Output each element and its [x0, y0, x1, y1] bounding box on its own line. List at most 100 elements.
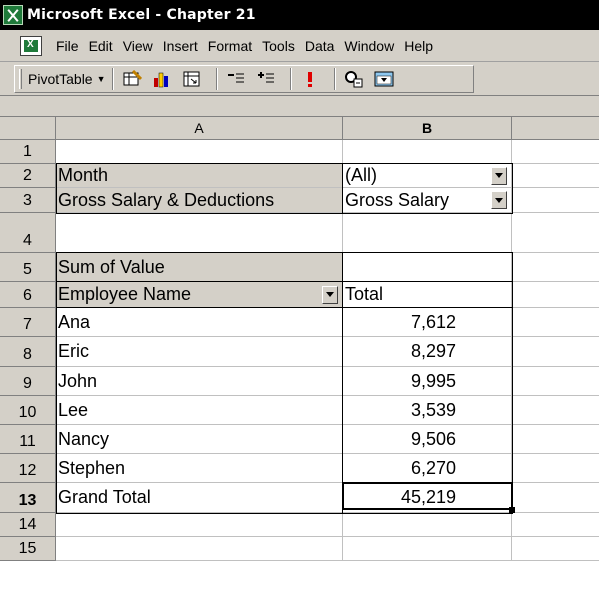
row-header-2[interactable]: 2 — [0, 164, 56, 188]
row-header-13[interactable]: 13 — [0, 483, 56, 513]
menu-insert[interactable]: Insert — [163, 38, 198, 54]
cell-b4[interactable] — [343, 213, 512, 253]
grand-total-label[interactable]: Grand Total — [56, 483, 343, 513]
cell-b5[interactable] — [343, 253, 512, 282]
employee-total-cell[interactable]: 8,297 — [343, 337, 512, 367]
pivottable-toolbar: PivotTable ▼ — [0, 62, 599, 96]
row-field-employee-name[interactable]: Employee Name — [56, 282, 343, 308]
menu-view[interactable]: View — [123, 38, 153, 54]
title-bar: Microsoft Excel - Chapter 21 — [0, 0, 599, 30]
pivottable-menu-button[interactable]: PivotTable ▼ — [28, 71, 106, 87]
refresh-data-icon[interactable] — [298, 68, 322, 90]
show-field-list-icon[interactable] — [372, 68, 396, 90]
cell-b1[interactable] — [343, 140, 512, 164]
excel-icon[interactable] — [3, 5, 23, 25]
row-header-11[interactable]: 11 — [0, 425, 56, 454]
menu-data[interactable]: Data — [305, 38, 335, 54]
cell-c4[interactable] — [512, 213, 599, 253]
row-header-8[interactable]: 8 — [0, 337, 56, 367]
column-header-a[interactable]: A — [56, 117, 343, 140]
salary-type-dropdown-arrow-icon[interactable] — [491, 191, 507, 209]
row-header-3[interactable]: 3 — [0, 188, 56, 213]
row-header-6[interactable]: 6 — [0, 282, 56, 308]
employee-total-cell[interactable]: 7,612 — [343, 308, 512, 337]
cell-c15[interactable] — [512, 537, 599, 561]
cell-a1[interactable] — [56, 140, 343, 164]
toolbar-separator — [111, 68, 114, 90]
cell-c2[interactable] — [512, 164, 599, 188]
employee-name-cell[interactable]: Ana — [56, 308, 343, 337]
employee-name-cell[interactable]: Lee — [56, 396, 343, 425]
row-header-15[interactable]: 15 — [0, 537, 56, 561]
employee-total-cell[interactable]: 3,539 — [343, 396, 512, 425]
cell-b14[interactable] — [343, 513, 512, 537]
employee-total-cell[interactable]: 9,506 — [343, 425, 512, 454]
select-all-corner[interactable] — [0, 117, 56, 140]
salary-type-filter-value: Gross Salary — [345, 189, 450, 210]
workbook-icon[interactable] — [20, 35, 42, 56]
column-header-b[interactable]: B — [343, 117, 512, 140]
employee-name-cell[interactable]: Nancy — [56, 425, 343, 454]
row-header-5[interactable]: 5 — [0, 253, 56, 282]
column-header-c[interactable] — [512, 117, 599, 140]
cell-c12[interactable] — [512, 454, 599, 483]
employee-total-cell[interactable]: 9,995 — [343, 367, 512, 396]
cell-c5[interactable] — [512, 253, 599, 282]
menu-file[interactable]: File — [56, 38, 79, 54]
cell-c6[interactable] — [512, 282, 599, 308]
page-field-month[interactable]: Month — [56, 164, 343, 188]
cell-c1[interactable] — [512, 140, 599, 164]
menu-tools[interactable]: Tools — [262, 38, 295, 54]
format-report-icon[interactable] — [120, 68, 144, 90]
page-field-salary-type-value[interactable]: Gross Salary — [343, 188, 512, 213]
show-detail-icon[interactable] — [254, 68, 278, 90]
cell-a4[interactable] — [56, 213, 343, 253]
month-filter-value: (All) — [345, 165, 377, 185]
month-dropdown-arrow-icon[interactable] — [491, 166, 507, 185]
row-header-12[interactable]: 12 — [0, 454, 56, 483]
worksheet-grid: A B 1 2 3 4 5 6 7 8 9 10 11 12 13 14 15 … — [0, 96, 599, 592]
employee-name-cell[interactable]: Eric — [56, 337, 343, 367]
menu-format[interactable]: Format — [208, 38, 252, 54]
cell-a15[interactable] — [56, 537, 343, 561]
fill-handle[interactable] — [509, 507, 515, 513]
employee-name-cell[interactable]: John — [56, 367, 343, 396]
employee-name-cell[interactable]: Stephen — [56, 454, 343, 483]
field-settings-icon[interactable] — [342, 68, 366, 90]
cell-c13[interactable] — [512, 483, 599, 513]
row-header-14[interactable]: 14 — [0, 513, 56, 537]
cell-c9[interactable] — [512, 367, 599, 396]
pivottable-wizard-icon[interactable] — [180, 68, 204, 90]
chart-wizard-icon[interactable] — [150, 68, 174, 90]
cell-a14[interactable] — [56, 513, 343, 537]
employee-total-cell[interactable]: 6,270 — [343, 454, 512, 483]
row-header-4[interactable]: 4 — [0, 213, 56, 253]
cell-c10[interactable] — [512, 396, 599, 425]
toolbar-grip[interactable] — [19, 69, 22, 89]
menu-window[interactable]: Window — [344, 38, 394, 54]
page-field-salary-type[interactable]: Gross Salary & Deductions — [56, 188, 343, 213]
chevron-down-icon: ▼ — [96, 74, 106, 84]
cell-c14[interactable] — [512, 513, 599, 537]
cell-b15[interactable] — [343, 537, 512, 561]
menu-edit[interactable]: Edit — [89, 38, 113, 54]
cell-c11[interactable] — [512, 425, 599, 454]
data-field-label[interactable]: Sum of Value — [56, 253, 343, 282]
pivottable-label: PivotTable — [28, 71, 93, 87]
window-title: Microsoft Excel - Chapter 21 — [27, 7, 256, 23]
row-header-10[interactable]: 10 — [0, 396, 56, 425]
hide-detail-icon[interactable] — [224, 68, 248, 90]
cell-c8[interactable] — [512, 337, 599, 367]
total-header[interactable]: Total — [343, 282, 512, 308]
menu-help[interactable]: Help — [404, 38, 433, 54]
employee-dropdown-arrow-icon[interactable] — [322, 285, 338, 304]
cell-c7[interactable] — [512, 308, 599, 337]
row-header-7[interactable]: 7 — [0, 308, 56, 337]
grid-top-strip — [0, 96, 599, 117]
row-header-9[interactable]: 9 — [0, 367, 56, 396]
row-header-1[interactable]: 1 — [0, 140, 56, 164]
grand-total-value[interactable]: 45,219 — [343, 483, 512, 513]
page-field-month-value[interactable]: (All) — [343, 164, 512, 188]
cell-c3[interactable] — [512, 188, 599, 213]
toolbar-separator — [333, 68, 336, 90]
